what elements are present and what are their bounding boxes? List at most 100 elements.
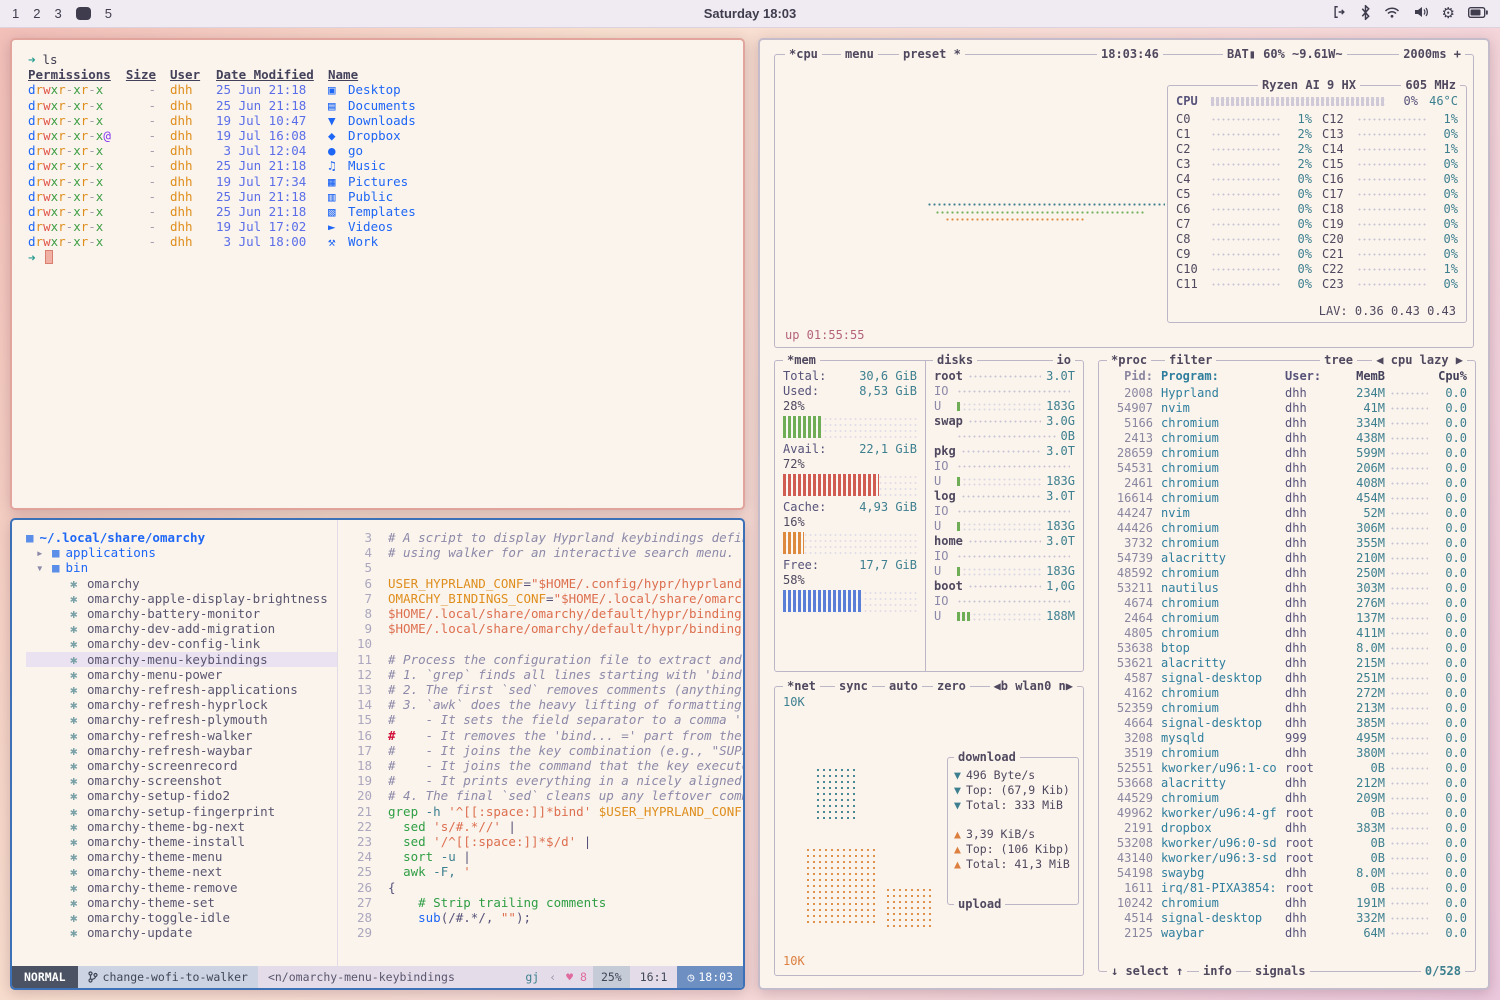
process-row[interactable]: 54739alacrittydhh210M0.0: [1107, 551, 1467, 566]
tree-item[interactable]: ✱omarchy-theme-bg-next: [70, 819, 337, 834]
cpu-core-panel: Ryzen AI 9 HX 605 MHz CPU 0% 46°C C01%C1…: [1167, 85, 1467, 323]
filter-button[interactable]: filter: [1165, 353, 1216, 368]
process-row[interactable]: 2413chromiumdhh438M0.0: [1107, 431, 1467, 446]
tree-item[interactable]: ✱omarchy-dev-add-migration: [70, 621, 337, 636]
update-interval[interactable]: 2000ms +: [1399, 47, 1465, 62]
process-row[interactable]: 4587signal-desktopdhh251M0.0: [1107, 671, 1467, 686]
process-row[interactable]: 1611irq/81-PIXA3854:root0B0.0: [1107, 881, 1467, 896]
process-row[interactable]: 3732chromiumdhh355M0.0: [1107, 536, 1467, 551]
process-row[interactable]: 49962kworker/u96:4-gfroot0B0.0: [1107, 806, 1467, 821]
process-row[interactable]: 4805chromiumdhh411M0.0: [1107, 626, 1467, 641]
process-row[interactable]: 53621alacrittydhh215M0.0: [1107, 656, 1467, 671]
process-row[interactable]: 54907nvimdhh41M0.0: [1107, 401, 1467, 416]
editor-window[interactable]: ■ ~/.local/share/omarchy ▸ ■ application…: [10, 518, 745, 990]
process-row[interactable]: 2461chromiumdhh408M0.0: [1107, 476, 1467, 491]
cpu-box-title[interactable]: *cpu: [785, 47, 822, 62]
git-branch[interactable]: change-wofi-to-walker: [78, 966, 258, 988]
process-row[interactable]: 53638btopdhh8.0M0.0: [1107, 641, 1467, 656]
auto-button[interactable]: auto: [885, 679, 922, 694]
tree-folder-applications[interactable]: ▸ ■ applications: [36, 545, 337, 560]
tree-item[interactable]: ✱omarchy-theme-set: [70, 895, 337, 910]
process-row[interactable]: 4674chromiumdhh276M0.0: [1107, 596, 1467, 611]
bluetooth-icon[interactable]: [1360, 5, 1371, 23]
tree-item[interactable]: ✱omarchy-refresh-plymouth: [70, 712, 337, 727]
network-interface[interactable]: ◀b wlan0 n▶: [990, 679, 1077, 694]
process-row[interactable]: 48592chromiumdhh250M0.0: [1107, 566, 1467, 581]
tree-item[interactable]: ✱omarchy-battery-monitor: [70, 606, 337, 621]
net-box-title[interactable]: *net: [783, 679, 820, 694]
signals-button[interactable]: signals: [1251, 964, 1310, 979]
cpu-frequency: 605 MHz: [1401, 78, 1460, 93]
tree-item[interactable]: ✱omarchy-setup-fido2: [70, 788, 337, 803]
tree-item[interactable]: ✱omarchy-theme-next: [70, 864, 337, 879]
info-button[interactable]: info: [1199, 964, 1236, 979]
zero-button[interactable]: zero: [933, 679, 970, 694]
tree-item[interactable]: ✱omarchy-toggle-idle: [70, 910, 337, 925]
process-row[interactable]: 2125waybardhh64M0.0: [1107, 926, 1467, 941]
tree-item[interactable]: ✱omarchy-refresh-waybar: [70, 743, 337, 758]
sync-button[interactable]: sync: [835, 679, 872, 694]
menu-button[interactable]: menu: [841, 47, 878, 62]
process-row[interactable]: 4514signal-desktopdhh332M0.0: [1107, 911, 1467, 926]
process-row[interactable]: 43140kworker/u96:3-sdroot0B0.0: [1107, 851, 1467, 866]
tree-item[interactable]: ✱omarchy-update: [70, 925, 337, 940]
tree-item[interactable]: ✱omarchy-screenrecord: [70, 758, 337, 773]
tree-root[interactable]: ■ ~/.local/share/omarchy: [26, 530, 337, 545]
process-row[interactable]: 44247nvimdhh52M0.0: [1107, 506, 1467, 521]
process-row[interactable]: 4162chromiumdhh272M0.0: [1107, 686, 1467, 701]
clock[interactable]: Saturday 18:03: [0, 6, 1500, 21]
process-row[interactable]: 2464chromiumdhh137M0.0: [1107, 611, 1467, 626]
tree-button[interactable]: tree: [1320, 353, 1357, 368]
system-monitor-window[interactable]: *cpu menu preset * 18:03:46 BAT▮ 60% ~9.…: [758, 38, 1490, 990]
header-date: Date Modified: [216, 67, 316, 82]
proc-box-title[interactable]: *proc: [1107, 353, 1151, 368]
settings-icon[interactable]: ⚙: [1442, 6, 1455, 21]
mem-stat-pct: 28%: [783, 399, 917, 414]
wifi-icon[interactable]: [1384, 6, 1400, 22]
sort-selector[interactable]: ◀ cpu lazy ▶: [1372, 353, 1467, 368]
tree-item[interactable]: ✱omarchy-refresh-walker: [70, 728, 337, 743]
terminal-window[interactable]: ➜ ls Permissions Size User Date Modified…: [10, 38, 745, 510]
process-row[interactable]: 54531chromiumdhh206M0.0: [1107, 461, 1467, 476]
tree-item[interactable]: ✱omarchy: [70, 576, 337, 591]
process-row[interactable]: 53668alacrittydhh212M0.0: [1107, 776, 1467, 791]
tree-item[interactable]: ✱omarchy-dev-config-link: [70, 636, 337, 651]
upload-label: upload: [954, 897, 1005, 912]
process-row[interactable]: 5166chromiumdhh334M0.0: [1107, 416, 1467, 431]
process-row[interactable]: 44529chromiumdhh209M0.0: [1107, 791, 1467, 806]
process-row[interactable]: 16614chromiumdhh454M0.0: [1107, 491, 1467, 506]
process-row[interactable]: 52359chromiumdhh213M0.0: [1107, 701, 1467, 716]
code-line: 27 # Strip trailing comments: [338, 895, 743, 910]
mem-stat: Cache:4,93 GiB: [783, 500, 917, 515]
tree-item[interactable]: ✱omarchy-apple-display-brightness: [70, 591, 337, 606]
process-row[interactable]: 10242chromiumdhh191M0.0: [1107, 896, 1467, 911]
process-row[interactable]: 2191dropboxdhh383M0.0: [1107, 821, 1467, 836]
file-icon: ✱: [70, 606, 80, 621]
process-row[interactable]: 52551kworker/u96:1-coroot0B0.0: [1107, 761, 1467, 776]
process-row[interactable]: 53208kworker/u96:0-sdroot0B0.0: [1107, 836, 1467, 851]
tree-item[interactable]: ✱omarchy-setup-fingerprint: [70, 804, 337, 819]
process-row[interactable]: 3519chromiumdhh380M0.0: [1107, 746, 1467, 761]
tree-item[interactable]: ✱omarchy-refresh-applications: [70, 682, 337, 697]
select-button[interactable]: ↓ select ↑: [1107, 964, 1187, 979]
process-row[interactable]: 2008Hyprlanddhh234M0.0: [1107, 386, 1467, 401]
tree-item[interactable]: ✱omarchy-menu-keybindings: [26, 652, 337, 667]
volume-icon[interactable]: [1413, 5, 1429, 22]
tree-folder-bin[interactable]: ▾ ■ bin: [36, 560, 337, 575]
tree-item[interactable]: ✱omarchy-menu-power: [70, 667, 337, 682]
process-row[interactable]: 53211nautilusdhh303M0.0: [1107, 581, 1467, 596]
tree-item[interactable]: ✱omarchy-theme-menu: [70, 849, 337, 864]
code-pane[interactable]: 3# A script to display Hyprland keybindi…: [337, 520, 743, 966]
process-row[interactable]: 28659chromiumdhh599M0.0: [1107, 446, 1467, 461]
process-row[interactable]: 54198swaybgdhh8.0M0.0: [1107, 866, 1467, 881]
process-row[interactable]: 3208mysqld999495M0.0: [1107, 731, 1467, 746]
process-row[interactable]: 4664signal-desktopdhh385M0.0: [1107, 716, 1467, 731]
logout-icon[interactable]: [1332, 5, 1347, 22]
battery-icon[interactable]: [1468, 6, 1488, 21]
preset-button[interactable]: preset *: [899, 47, 965, 62]
tree-item[interactable]: ✱omarchy-theme-remove: [70, 880, 337, 895]
process-row[interactable]: 44426chromiumdhh306M0.0: [1107, 521, 1467, 536]
tree-item[interactable]: ✱omarchy-screenshot: [70, 773, 337, 788]
tree-item[interactable]: ✱omarchy-theme-install: [70, 834, 337, 849]
tree-item[interactable]: ✱omarchy-refresh-hyprlock: [70, 697, 337, 712]
